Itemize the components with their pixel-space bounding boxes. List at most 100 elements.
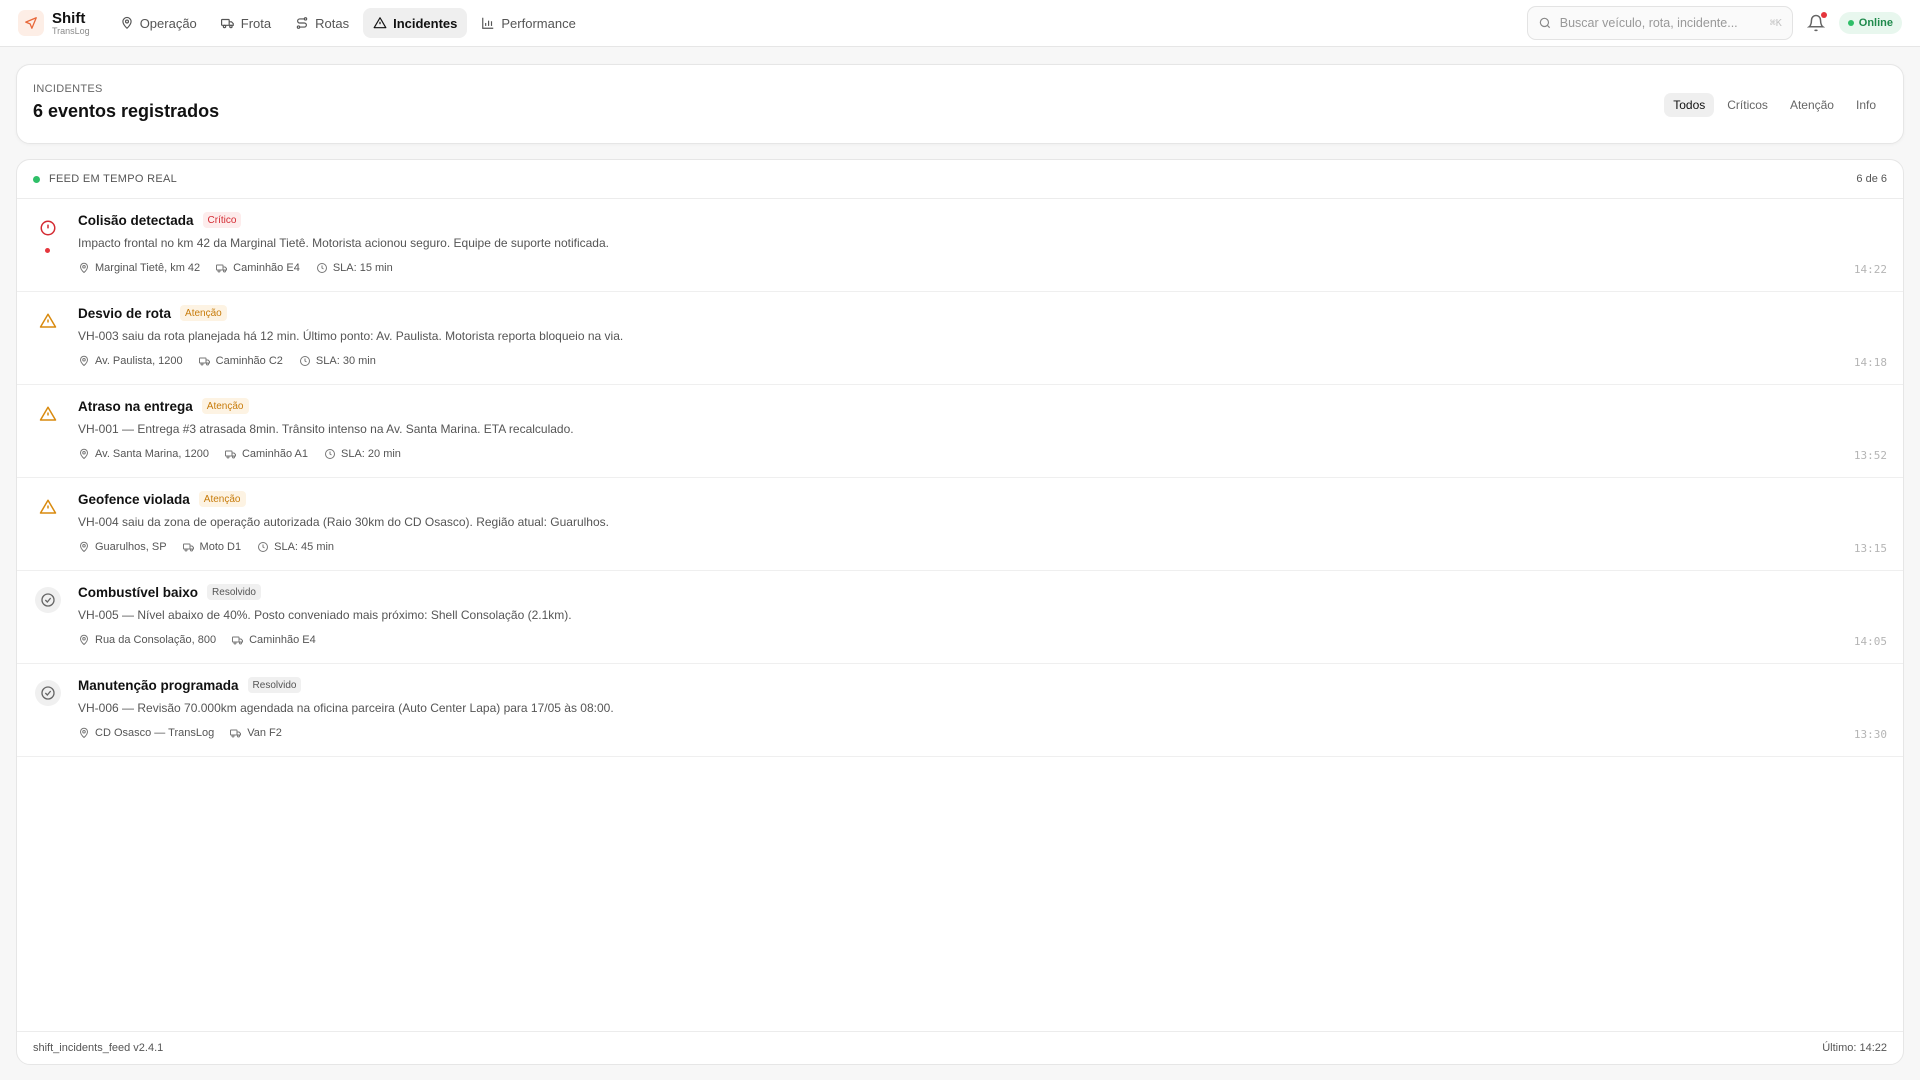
status-badge: Online [1838,12,1902,34]
nav-item-frota[interactable]: Frota [211,8,281,38]
check-circle-icon [35,680,61,706]
alert-triangle-icon [37,403,59,425]
search-input[interactable] [1559,16,1762,30]
incident-location: Av. Paulista, 1200 [78,355,183,367]
clock-icon [299,355,311,367]
incident-sla: SLA: 15 min [316,262,393,274]
incident-location: Marginal Tietê, km 42 [78,262,200,274]
location-text: Av. Santa Marina, 1200 [95,448,209,460]
check-circle-icon [35,587,61,613]
status-label: Online [1858,17,1893,29]
search-box[interactable]: ⌘K [1526,6,1793,40]
clock-icon [324,448,336,460]
location-text: CD Osasco — TransLog [95,727,215,739]
severity-badge: Atenção [180,305,227,321]
truck-icon [220,16,235,30]
route-icon [295,16,309,30]
incident-row[interactable]: Combustível baixo Resolvido VH-005 — Nív… [17,571,1903,664]
search-shortcut: ⌘K [1769,17,1782,29]
incident-row[interactable]: Atraso na entrega Atenção VH-001 — Entre… [17,385,1903,478]
incident-description: VH-006 — Revisão 70.000km agendada na of… [78,701,614,715]
top-bar: Shift TransLog Operação Frota Rotas Inci… [0,0,1920,47]
feed-last-update: Último: 14:22 [1822,1042,1887,1054]
severity-filters: Todos Críticos Atenção Info [1664,93,1885,117]
truck-icon [224,448,237,460]
unread-dot [45,248,50,253]
alert-triangle-icon [37,310,59,332]
incident-row[interactable]: Colisão detectada Crítico Impacto fronta… [17,199,1903,292]
truck-icon [198,355,211,367]
filter-info[interactable]: Info [1847,93,1885,117]
map-pin-icon [120,16,134,30]
incident-time: 13:15 [1853,542,1887,555]
brand[interactable]: Shift TransLog [18,10,90,36]
map-pin-icon [78,355,90,367]
incident-row[interactable]: Manutenção programada Resolvido VH-006 —… [17,664,1903,757]
nav-item-label: Incidentes [393,15,458,31]
bar-chart-icon [481,16,495,30]
incident-vehicle: Caminhão E4 [216,262,300,274]
nav-item-rotas[interactable]: Rotas [285,8,359,38]
incident-description: Impacto frontal no km 42 da Marginal Tie… [78,236,609,250]
sla-text: SLA: 20 min [341,448,401,460]
live-indicator [33,175,40,183]
incident-vehicle: Moto D1 [182,541,242,553]
sla-text: SLA: 30 min [315,355,376,367]
incident-time: 14:18 [1853,356,1887,369]
feed-count: 6 de 6 [1856,173,1887,185]
map-pin-icon [78,448,90,460]
map-pin-icon [78,727,90,739]
incident-sla: SLA: 45 min [257,541,334,553]
nav-item-incidentes[interactable]: Incidentes [363,8,468,38]
incident-title: Atraso na entrega [78,398,193,414]
incident-vehicle: Van F2 [230,727,282,739]
nav-item-performance[interactable]: Performance [471,8,585,38]
feed-header: FEED EM TEMPO REAL 6 de 6 [17,160,1903,199]
location-text: Guarulhos, SP [95,541,167,553]
incident-description: VH-005 — Nível abaixo de 40%. Posto conv… [78,608,572,622]
page-title: 6 eventos registrados [33,101,220,121]
incident-description: VH-003 saiu da rota planejada há 12 min.… [78,329,624,343]
incidents-feed: FEED EM TEMPO REAL 6 de 6 Colisão detect… [16,159,1904,1065]
truck-icon [216,262,228,274]
incident-time: 14:05 [1853,635,1887,648]
severity-badge: Atenção [201,398,249,414]
severity-badge: Crítico [202,212,242,228]
filter-atencao[interactable]: Atenção [1781,93,1843,117]
incident-title: Desvio de rota [78,305,172,321]
location-text: Marginal Tietê, km 42 [95,262,201,274]
truck-icon [230,727,242,739]
alert-circle-icon [37,217,59,239]
severity-badge: Resolvido [247,677,302,693]
vehicle-text: Moto D1 [199,541,242,553]
incident-location: Rua da Consolação, 800 [78,634,216,646]
incident-row[interactable]: Desvio de rota Atenção VH-003 saiu da ro… [17,292,1903,385]
page-eyebrow: INCIDENTES [33,83,103,95]
incident-location: Guarulhos, SP [78,541,167,553]
notifications-button[interactable] [1806,12,1827,32]
page-header: INCIDENTES 6 eventos registrados Todos C… [16,64,1904,144]
filter-todos[interactable]: Todos [1664,93,1715,117]
incident-title: Manutenção programada [78,677,239,693]
clock-icon [257,541,269,553]
incident-title: Colisão detectada [78,212,194,228]
sla-text: SLA: 45 min [274,541,335,553]
severity-badge: Resolvido [207,584,261,600]
incident-location: CD Osasco — TransLog [78,727,214,739]
vehicle-text: Caminhão A1 [241,448,308,460]
map-pin-icon [78,262,90,274]
truck-icon [232,634,244,646]
filter-criticos[interactable]: Críticos [1718,93,1777,117]
incident-time: 14:22 [1853,263,1887,276]
feed-version: shift_incidents_feed v2.4.1 [33,1042,164,1054]
brand-name: Shift [52,9,86,27]
nav-item-operacao[interactable]: Operação [110,8,207,38]
incident-time: 13:30 [1853,728,1887,741]
incident-description: VH-004 saiu da zona de operação autoriza… [78,515,609,529]
sla-text: SLA: 15 min [332,262,393,274]
vehicle-text: Caminhão E4 [249,634,316,646]
nav-item-label: Performance [501,15,576,31]
incident-row[interactable]: Geofence violada Atenção VH-004 saiu da … [17,478,1903,571]
nav-item-label: Frota [240,15,272,31]
feed-footer: shift_incidents_feed v2.4.1 Último: 14:2… [17,1031,1903,1064]
